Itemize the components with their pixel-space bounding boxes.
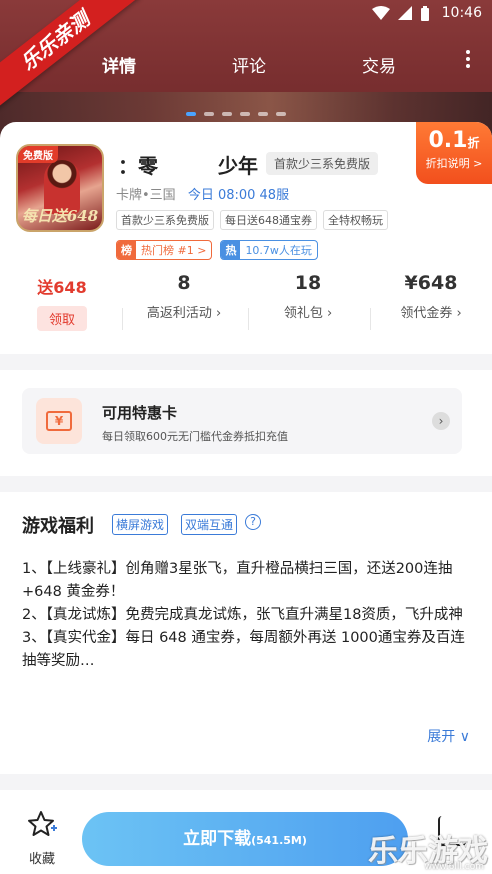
hot-icon: 热 <box>221 241 241 259</box>
carousel-indicator <box>186 112 286 116</box>
feature-tag: 首款少三系免费版 <box>116 210 214 230</box>
game-app-icon: 免费版 每日送648 <box>16 144 104 232</box>
stat-label[interactable]: 领代金券 › <box>386 302 476 321</box>
carousel-dot[interactable] <box>276 112 286 116</box>
privilege-card[interactable]: ¥ 可用特惠卡 每日领取600元无门槛代金券抵扣充值 › <box>22 388 462 454</box>
rank-row: 榜 热门榜 #1 > 热 10.7w人在玩 <box>116 240 318 260</box>
game-meta: 卡牌•三国 今日 08:00 48服 <box>116 184 289 203</box>
welfare-title: 游戏福利 <box>22 516 94 537</box>
game-info-card: 免费版 每日送648 ：零 少年 首款少三系免费版 卡牌•三国 今日 08:00… <box>0 122 492 354</box>
favorite-label: 收藏 <box>28 852 55 867</box>
welfare-item: 2、【真龙试炼】免费完成真龙试炼，张飞直升满星18资质，飞升成神 <box>22 607 463 623</box>
download-button[interactable]: 立即下载(541.5M) <box>82 812 408 866</box>
discount-value: 0.1 <box>428 128 468 153</box>
hot-list-rank[interactable]: 榜 热门榜 #1 > <box>116 240 213 260</box>
privilege-title: 可用特惠卡 <box>102 404 178 422</box>
more-icon[interactable] <box>464 50 472 72</box>
status-time: 10:46 <box>441 5 482 21</box>
landscape-tag: 横屏游戏 <box>112 514 169 535</box>
rank-list-text: 热门榜 #1 > <box>141 244 207 257</box>
title-badge: 首款少三系免费版 <box>266 152 379 175</box>
tab-bar: 详情 评论 交易 <box>0 44 492 84</box>
tab-details[interactable]: 详情 <box>102 52 136 77</box>
chevron-right-icon[interactable]: › <box>432 412 450 430</box>
discount-badge[interactable]: 0.1折 折扣说明 > <box>416 122 492 184</box>
favorite-button[interactable]: 收藏 <box>22 810 62 867</box>
feature-tag: 全特权畅玩 <box>323 210 388 230</box>
help-icon[interactable]: ? <box>245 514 261 530</box>
tab-comments[interactable]: 评论 <box>232 52 266 77</box>
players-text: 10.7w人在玩 <box>245 244 312 257</box>
game-title: ：零 少年 <box>118 154 258 178</box>
game-category: 卡牌•三国 <box>116 188 176 203</box>
watermark-url: www.6lll.com <box>424 862 484 872</box>
divider <box>248 308 249 330</box>
stat-label[interactable]: 高返利活动 › <box>140 302 228 321</box>
welfare-item: 3、【真实代金】每日 648 通宝券，每周额外再送 1000通宝券及百连抽等奖励… <box>22 630 465 669</box>
stat-gift-648: 送648 领取 <box>34 272 90 331</box>
claim-button[interactable]: 领取 <box>36 306 87 331</box>
stat-vouchers[interactable]: ¥648 领代金券 › <box>386 272 476 321</box>
wifi-icon <box>372 6 390 20</box>
open-server-time: 今日 08:00 48服 <box>187 188 290 203</box>
discount-explain-link[interactable]: 折扣说明 > <box>416 155 492 171</box>
carousel-dot[interactable] <box>258 112 268 116</box>
privilege-subtitle: 每日领取600元无门槛代金券抵扣充值 <box>102 430 288 443</box>
benefit-stats: 送648 领取 8 高返利活动 › 18 领礼包 › ¥648 领代金券 › <box>0 272 492 342</box>
discount-unit: 折 <box>467 136 480 150</box>
stat-rebate-activities[interactable]: 8 高返利活动 › <box>140 272 228 321</box>
carousel-dot[interactable] <box>222 112 232 116</box>
rank-list-icon: 榜 <box>117 241 136 259</box>
welfare-list: 1、【上线豪礼】创角赠3星张飞，直升橙品横扫三国，还送200连抽+648 黄金券… <box>22 558 474 673</box>
battery-icon <box>421 6 429 21</box>
game-welfare-section: 游戏福利 横屏游戏 双端互通 ? 1、【上线豪礼】创角赠3星张飞，直升橙品横扫三… <box>0 492 492 774</box>
privilege-section: ¥ 可用特惠卡 每日领取600元无门槛代金券抵扣充值 › <box>0 370 492 476</box>
stat-value: 18 <box>294 272 322 294</box>
icon-badge: 免费版 <box>18 146 58 163</box>
tab-trade[interactable]: 交易 <box>362 52 396 77</box>
carousel-dot[interactable] <box>240 112 250 116</box>
feature-tags: 首款少三系免费版 每日送648通宝券 全特权畅玩 <box>116 210 388 230</box>
welfare-item: 1、【上线豪礼】创角赠3星张飞，直升橙品横扫三国，还送200连抽+648 黄金券… <box>22 561 453 600</box>
download-label: 立即下载 <box>183 829 252 849</box>
download-size: (541.5M) <box>251 834 307 847</box>
expand-button[interactable]: 展开 ∨ <box>427 726 470 746</box>
voucher-card-icon: ¥ <box>36 398 82 444</box>
stat-value: 8 <box>177 272 191 294</box>
stat-gift-packs[interactable]: 18 领礼包 › <box>266 272 350 321</box>
icon-caption: 每日送648 <box>21 207 99 225</box>
stat-value: 送648 <box>37 278 87 297</box>
stat-label[interactable]: 领礼包 › <box>266 302 350 321</box>
divider <box>370 308 371 330</box>
carousel-dot[interactable] <box>186 112 196 116</box>
feature-tag: 每日送648通宝券 <box>220 210 317 230</box>
carousel-dot[interactable] <box>204 112 214 116</box>
divider <box>122 308 123 330</box>
signal-icon <box>398 6 412 20</box>
players-count: 热 10.7w人在玩 <box>220 240 318 260</box>
star-plus-icon <box>28 811 57 836</box>
stat-value: ¥648 <box>404 272 458 294</box>
yen-ticket-icon: ¥ <box>46 411 72 431</box>
cross-platform-tag: 双端互通 <box>181 514 238 535</box>
